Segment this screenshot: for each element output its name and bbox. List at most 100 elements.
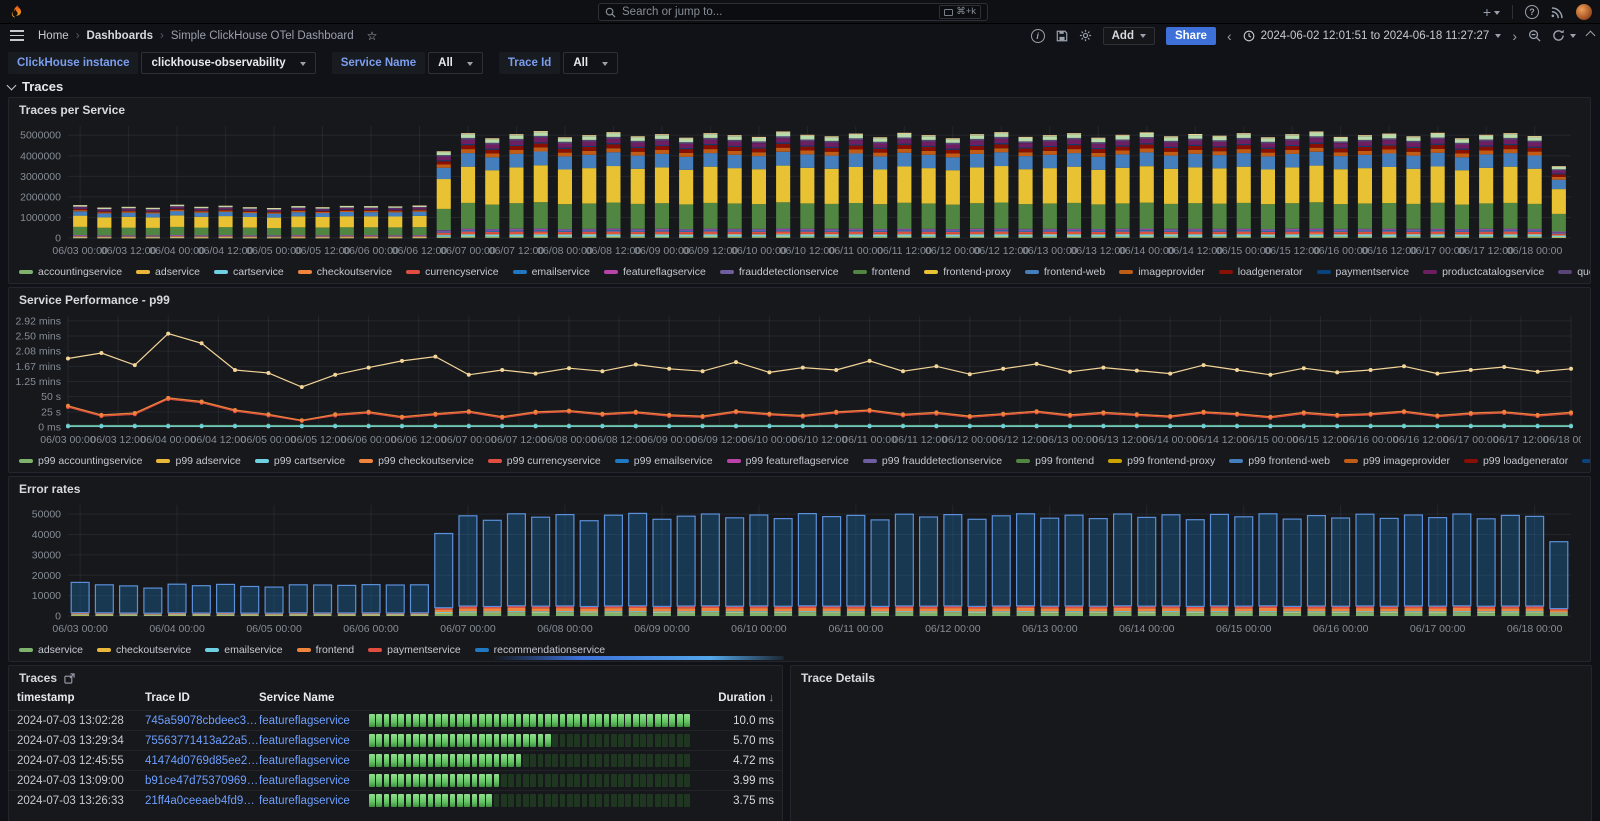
legend-item[interactable]: p99 adservice <box>156 455 240 467</box>
legend-item[interactable]: cartservice <box>214 266 284 278</box>
time-range-picker[interactable]: 2024-06-02 12:01:51 to 2024-06-18 11:27:… <box>1243 30 1502 42</box>
service-name-link[interactable]: featureflagservice <box>259 755 365 767</box>
filter-label[interactable]: ClickHouse instance <box>8 52 138 74</box>
service-name-link[interactable]: featureflagservice <box>259 795 365 807</box>
legend-item[interactable]: loadgenerator <box>1219 266 1303 278</box>
table-row[interactable]: 2024-07-03 13:29:3475563771413a22a54618.… <box>9 730 782 750</box>
add-button[interactable]: Add <box>1103 27 1155 45</box>
time-back-icon[interactable]: ‹ <box>1227 31 1232 41</box>
legend-item[interactable]: frontend <box>853 266 911 278</box>
panel-title[interactable]: Service Performance - p99 <box>19 293 170 307</box>
filter-label[interactable]: Service Name <box>332 52 425 74</box>
service-name-link[interactable]: featureflagservice <box>259 715 365 727</box>
zoom-out-icon[interactable] <box>1528 29 1541 42</box>
legend-item[interactable]: frontend-web <box>1025 266 1105 278</box>
legend-item[interactable]: recommendationservice <box>475 644 605 656</box>
panel-title[interactable]: Error rates <box>19 482 80 496</box>
share-button[interactable]: Share <box>1166 27 1216 45</box>
search-input[interactable] <box>622 6 933 18</box>
legend-item[interactable]: p99 cartservice <box>255 455 345 467</box>
news-rss-icon[interactable] <box>1551 6 1564 19</box>
table-row[interactable]: 2024-07-03 13:26:3321ff4a0ceeaeb4fd90af0… <box>9 790 782 810</box>
filter-value-dropdown[interactable]: All <box>428 52 483 74</box>
column-header[interactable]: Service Name <box>259 692 365 704</box>
breadcrumb-home[interactable]: Home <box>38 30 69 42</box>
legend-item[interactable]: accountingservice <box>19 266 122 278</box>
service-name-link[interactable]: featureflagservice <box>259 735 365 747</box>
filter-value-dropdown[interactable]: All <box>563 52 618 74</box>
table-row[interactable]: 2024-07-03 13:02:28745a59078cbdeec39b7..… <box>9 710 782 730</box>
panel-title[interactable]: Traces <box>19 671 57 685</box>
legend-item[interactable]: featureflagservice <box>604 266 706 278</box>
user-avatar[interactable] <box>1576 4 1592 20</box>
legend-item[interactable]: p99 frauddetectionservice <box>863 455 1002 467</box>
legend-item[interactable]: adservice <box>19 644 83 656</box>
save-icon[interactable] <box>1056 30 1068 42</box>
legend-item[interactable]: p99 frontend-proxy <box>1108 455 1215 467</box>
filter-value-dropdown[interactable]: clickhouse-observability <box>141 52 315 74</box>
svg-text:06/12 00:00: 06/12 00:00 <box>925 623 981 635</box>
legend-item[interactable]: currencyservice <box>406 266 499 278</box>
svg-text:06/15 12:00: 06/15 12:00 <box>1264 245 1320 257</box>
legend-item[interactable]: p99 emailservice <box>615 455 713 467</box>
bar-chart[interactable]: 0100002000030000400005000006/03 00:0006/… <box>9 497 1590 641</box>
legend-item[interactable]: adservice <box>136 266 200 278</box>
time-forward-icon[interactable]: › <box>1512 31 1517 41</box>
legend-item[interactable]: p99 paymentservice <box>1582 455 1590 467</box>
trace-id-link[interactable]: 75563771413a22a54618... <box>145 735 259 747</box>
svg-text:1.25 mins: 1.25 mins <box>16 376 61 388</box>
refresh-icon[interactable] <box>1552 29 1565 42</box>
legend-item[interactable]: paymentservice <box>368 644 461 656</box>
legend-item[interactable]: p99 accountingservice <box>19 455 142 467</box>
section-row-traces[interactable]: Traces <box>8 79 63 94</box>
legend-item[interactable]: frontend <box>297 644 355 656</box>
legend-item[interactable]: p99 currencyservice <box>488 455 601 467</box>
trace-id-link[interactable]: b91ce47d753709695f1d... <box>145 775 259 787</box>
legend-item[interactable]: checkoutservice <box>298 266 392 278</box>
help-icon[interactable]: ? <box>1525 5 1539 19</box>
legend-label: frontend-web <box>1044 266 1105 278</box>
filter-label[interactable]: Trace Id <box>499 52 560 74</box>
legend-item[interactable]: p99 frontend <box>1016 455 1094 467</box>
grafana-logo-icon[interactable] <box>9 4 25 20</box>
trace-id-link[interactable]: 21ff4a0ceeaeb4fd90af0... <box>145 795 259 807</box>
svg-text:06/03 00:00: 06/03 00:00 <box>40 434 96 446</box>
dashboard-insights-icon[interactable]: i <box>1031 29 1045 43</box>
service-name-link[interactable]: featureflagservice <box>259 775 365 787</box>
collapse-toolbar-icon[interactable] <box>1586 31 1596 41</box>
table-row[interactable]: 2024-07-03 13:09:00b91ce47d753709695f1d.… <box>9 770 782 790</box>
new-button[interactable]: + <box>1483 4 1500 20</box>
trace-id-link[interactable]: 745a59078cbdeec39b7... <box>145 715 259 727</box>
panel-title[interactable]: Trace Details <box>801 671 875 685</box>
legend-item[interactable]: quoteservice <box>1558 266 1590 278</box>
svg-text:06/11 00:00: 06/11 00:00 <box>829 623 884 635</box>
legend-item[interactable]: frontend-proxy <box>924 266 1011 278</box>
legend-item[interactable]: checkoutservice <box>97 644 191 656</box>
menu-toggle-icon[interactable] <box>10 30 24 41</box>
global-search[interactable]: ⌘+k <box>598 3 988 21</box>
breadcrumb-dashboards[interactable]: Dashboards <box>87 30 153 42</box>
legend-item[interactable]: imageprovider <box>1119 266 1205 278</box>
table-row[interactable]: 2024-07-03 12:45:5541474d0769d85ee2828..… <box>9 750 782 770</box>
legend-item[interactable]: paymentservice <box>1317 266 1410 278</box>
legend-item[interactable]: p99 loadgenerator <box>1464 455 1568 467</box>
refresh-interval-chevron-icon[interactable] <box>1570 34 1576 41</box>
trace-id-link[interactable]: 41474d0769d85ee2828... <box>145 755 259 767</box>
favorite-star-icon[interactable]: ☆ <box>367 29 378 43</box>
legend-item[interactable]: p99 checkoutservice <box>359 455 474 467</box>
stacked-bar-chart[interactable]: 01000000200000030000004000000500000006/0… <box>9 118 1590 263</box>
legend-item[interactable]: p99 featureflagservice <box>727 455 849 467</box>
legend-item[interactable]: emailservice <box>513 266 590 278</box>
expand-icon[interactable] <box>64 673 75 684</box>
column-header[interactable]: Trace ID <box>145 692 259 704</box>
line-chart[interactable]: 0 ms25 s50 s1.25 mins1.67 mins2.08 mins2… <box>9 308 1590 452</box>
legend-item[interactable]: p99 frontend-web <box>1229 455 1330 467</box>
legend-item[interactable]: frauddetectionservice <box>720 266 839 278</box>
panel-title[interactable]: Traces per Service <box>19 103 125 117</box>
column-header[interactable]: Duration↓ <box>694 692 774 704</box>
column-header[interactable]: timestamp <box>17 692 145 704</box>
legend-item[interactable]: emailservice <box>205 644 282 656</box>
settings-gear-icon[interactable] <box>1079 29 1092 42</box>
legend-item[interactable]: productcatalogservice <box>1423 266 1544 278</box>
legend-item[interactable]: p99 imageprovider <box>1344 455 1450 467</box>
